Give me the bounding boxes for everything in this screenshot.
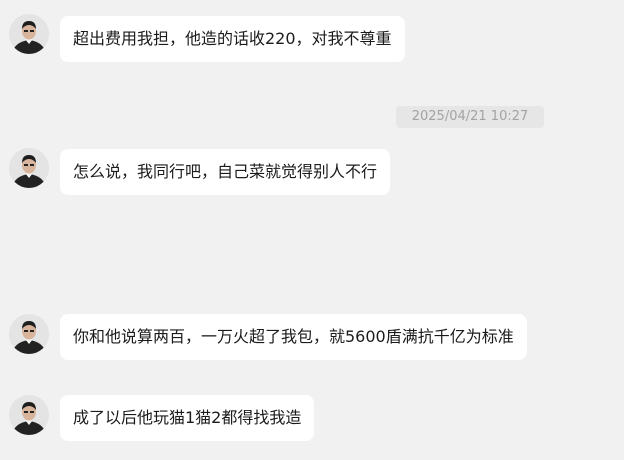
message-bubble[interactable]: 超出费用我担，他造的话收220，对我不尊重 [60, 16, 405, 62]
user-avatar-icon[interactable] [9, 314, 49, 354]
message-bubble[interactable]: 怎么说，我同行吧，自己菜就觉得别人不行 [60, 149, 391, 195]
chat-window: 超出费用我担，他造的话收220，对我不尊重 2025/04/21 10:27 怎… [0, 0, 624, 460]
message-timestamp: 2025/04/21 10:27 [396, 106, 544, 128]
message-bubble[interactable]: 你和他说算两百，一万火超了我包，就5600盾满抗千亿为标准 [60, 314, 527, 360]
user-avatar-icon[interactable] [9, 148, 49, 188]
message-bubble[interactable]: 成了以后他玩猫1猫2都得找我造 [60, 395, 315, 441]
user-avatar-icon[interactable] [9, 14, 49, 54]
user-avatar-icon[interactable] [9, 395, 49, 435]
